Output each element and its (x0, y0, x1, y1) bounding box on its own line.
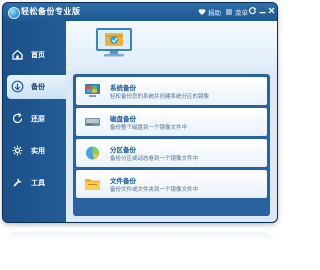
app-logo-icon (8, 7, 20, 19)
system-backup-icon (85, 84, 100, 97)
option-description: 轻松备份您的系统并创建系统分区的镜像 (110, 94, 210, 100)
sidebar-item-label: 首页 (31, 51, 45, 59)
backup-options-panel: 系统备份 轻松备份您的系统并创建系统分区的镜像 磁盘备份 备份整个磁盘到一个镜像… (73, 74, 270, 216)
partition-backup-icon (86, 146, 99, 160)
option-title: 分区备份 (110, 146, 136, 154)
sidebar: 首页 备份 还原 实用 工具 (3, 21, 66, 222)
sidebar-item-restore[interactable]: 还原 (3, 107, 66, 131)
system-backup-option[interactable]: 系统备份 轻松备份您的系统并创建系统分区的镜像 (76, 77, 267, 105)
file-backup-icon (85, 179, 100, 190)
main-panel: 系统备份 轻松备份您的系统并创建系统分区的镜像 磁盘备份 备份整个磁盘到一个镜像… (66, 21, 277, 222)
option-title: 文件备份 (110, 177, 136, 185)
menu-button[interactable]: 菜单 (225, 6, 248, 17)
heart-icon (198, 8, 206, 15)
app-window: 轻松备份专业版 捐助 菜单 首页 备份 还原 实用 工具 系统备份 轻松备份您的… (3, 3, 277, 222)
app-title: 轻松备份专业版 (21, 7, 81, 16)
tools-icon (12, 145, 23, 156)
option-title: 磁盘备份 (110, 115, 136, 123)
close-icon (268, 7, 274, 14)
backup-icon (11, 80, 24, 93)
header-banner (66, 21, 277, 71)
donate-label: 捐助 (208, 8, 221, 17)
sidebar-item-tools[interactable]: 实用 (3, 139, 66, 163)
sidebar-item-label: 备份 (31, 83, 45, 91)
option-description: 备份文件或文件夹到一个镜像文件中 (110, 187, 199, 193)
disk-backup-icon (85, 118, 100, 126)
home-icon (12, 49, 23, 60)
refresh-icon (248, 7, 256, 15)
option-title: 系统备份 (110, 84, 136, 92)
window-reflection (0, 231, 282, 242)
sidebar-item-label: 还原 (31, 115, 45, 123)
sidebar-item-label: 实用 (31, 147, 45, 155)
close-button[interactable] (266, 6, 276, 16)
sidebar-item-label: 工具 (31, 179, 45, 187)
restore-icon (12, 112, 23, 124)
refresh-button[interactable] (247, 6, 257, 16)
option-description: 备份整个磁盘到一个镜像文件中 (110, 125, 188, 131)
backup-monitor-icon (96, 28, 132, 57)
sidebar-item-home[interactable]: 首页 (3, 43, 66, 67)
donate-button[interactable]: 捐助 (198, 6, 221, 17)
menu-icon (226, 9, 232, 14)
sidebar-item-utilities[interactable]: 工具 (3, 171, 66, 195)
sidebar-item-backup[interactable]: 备份 (7, 75, 66, 99)
title-bar[interactable]: 轻松备份专业版 捐助 菜单 (3, 3, 277, 21)
utilities-icon (13, 178, 22, 187)
partition-backup-option[interactable]: 分区备份 备份分区或动态卷到一个镜像文件中 (76, 139, 267, 167)
file-backup-option[interactable]: 文件备份 备份文件或文件夹到一个镜像文件中 (76, 170, 267, 198)
disk-backup-option[interactable]: 磁盘备份 备份整个磁盘到一个镜像文件中 (76, 108, 267, 136)
option-description: 备份分区或动态卷到一个镜像文件中 (110, 156, 199, 162)
